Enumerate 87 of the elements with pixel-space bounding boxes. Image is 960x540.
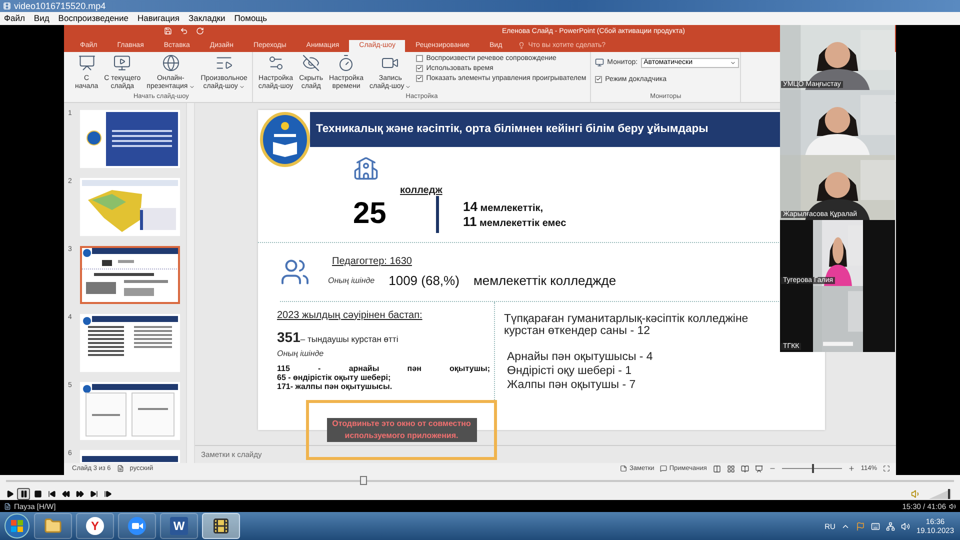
taskbar-app[interactable]: W <box>160 513 198 540</box>
slide-thumbnail[interactable] <box>80 314 180 372</box>
pause-icon <box>20 490 28 498</box>
window-title: video1016715520.mp4 <box>14 0 106 11</box>
note-icon <box>620 465 628 472</box>
taskbar-app[interactable]: Y <box>76 513 114 540</box>
menu-item[interactable]: Воспроизведение <box>58 13 128 24</box>
redo-icon[interactable] <box>196 27 204 36</box>
slide-text: Жалпы пән оқытушы - 7 <box>507 378 637 391</box>
slide-text: 11 мемлекеттік емес <box>463 214 566 230</box>
slide-text: 2023 жылдың сәуірінен бастап: <box>277 310 422 321</box>
globe-icon <box>162 54 180 72</box>
folder-icon <box>44 517 62 536</box>
slide-thumbnail[interactable] <box>80 246 180 304</box>
caret-icon <box>730 60 736 66</box>
fast-forward-icon <box>76 490 84 498</box>
step-forward-icon <box>104 490 112 498</box>
pause-button[interactable] <box>17 488 30 500</box>
slide-thumbnail[interactable] <box>80 382 180 440</box>
slide-title: Техникалық және кәсіптік, орта білімнен кейінгі білім беру ұйымдары <box>316 123 708 136</box>
stop-icon <box>34 490 42 498</box>
warning-text: Отодвиньте это окно от совместно используемого приложения. <box>326 418 476 442</box>
slide-thumbnail[interactable] <box>80 110 180 168</box>
flag-icon[interactable] <box>856 522 866 531</box>
hidden-icon <box>302 54 320 72</box>
rewind-icon <box>62 490 70 498</box>
school-icon <box>353 156 379 182</box>
settings-icon <box>266 54 285 72</box>
presentation-icon <box>78 54 96 72</box>
slideshow-icon[interactable] <box>754 464 763 473</box>
reading-view-icon[interactable] <box>740 464 749 473</box>
menu-item[interactable]: Навигация <box>137 13 180 24</box>
slide-text: 115 - арнайы пән оқытушы; <box>277 364 490 373</box>
zoom-in-icon[interactable] <box>848 465 855 472</box>
slide-text: Оның ішінде <box>328 276 375 285</box>
slide-text: Педагогтер: 1630 <box>332 256 412 267</box>
document-icon <box>116 465 124 472</box>
previous-icon <box>48 490 56 498</box>
menu-item[interactable]: Помощь <box>234 13 268 24</box>
keyboard-icon[interactable] <box>871 522 880 531</box>
slide-text: Арнайы пән оқытушысы - 4 <box>507 350 654 363</box>
grid-view-icon[interactable] <box>726 464 735 473</box>
lightbulb-icon <box>518 42 526 50</box>
slide-text: Өндірісті оқу шебері - 1 <box>507 364 633 377</box>
slide-text: мемлекеттік колледжде <box>473 272 616 288</box>
volume-slider[interactable] <box>929 488 951 499</box>
slide-text: Түпқараған гуманитарлық-кәсіптік колледжіне <box>504 312 750 325</box>
caret-icon <box>238 84 245 90</box>
speaker-icon[interactable] <box>911 488 921 499</box>
check-icon <box>596 76 602 82</box>
menu-item[interactable]: Файл <box>4 13 25 24</box>
slide-text: 14 мемлекеттік, <box>463 199 544 214</box>
network-icon[interactable] <box>886 522 896 531</box>
slide-text: 1009 (68,%) <box>388 272 460 288</box>
save-icon[interactable] <box>164 27 172 36</box>
timer-icon <box>337 54 356 72</box>
undo-icon[interactable] <box>180 27 188 36</box>
slide-text: Оның ішінде <box>277 348 325 358</box>
play-icon <box>6 490 14 498</box>
fit-icon[interactable] <box>883 465 890 472</box>
next-icon <box>90 490 98 498</box>
slide-text: 171- жалпы пән оқытушысы. <box>277 382 394 391</box>
start-button[interactable] <box>4 513 30 540</box>
speaker-icon <box>949 502 956 510</box>
slide-text: 351– тындаушы курстан өтті <box>277 328 400 345</box>
speech-bubble-icon <box>660 465 668 472</box>
status-icon <box>4 502 11 510</box>
monitor-icon <box>595 58 604 68</box>
normal-view-icon[interactable] <box>712 464 721 473</box>
big-number: 25 <box>353 197 388 232</box>
taskbar-app[interactable] <box>202 513 240 540</box>
slide-text: колледж <box>400 184 442 196</box>
film-icon <box>212 517 230 536</box>
menu-item[interactable]: Вид <box>34 13 50 24</box>
screen-play-icon <box>113 54 132 72</box>
volume-icon[interactable] <box>901 522 910 531</box>
scrollbar[interactable] <box>186 102 195 463</box>
slide-text: 65 - өндірістік оқыту шебері; <box>277 372 392 382</box>
caret-icon <box>405 84 412 90</box>
menu-item[interactable]: Закладки <box>188 13 226 24</box>
caret-icon <box>188 84 195 90</box>
slide-thumbnail[interactable] <box>80 178 180 236</box>
camera-icon <box>128 517 146 536</box>
browser-icon: Y <box>86 517 104 536</box>
file-icon <box>3 2 11 10</box>
slide-text: курстан өткендер саны - 12 <box>504 324 652 337</box>
word-icon: W <box>170 517 188 536</box>
